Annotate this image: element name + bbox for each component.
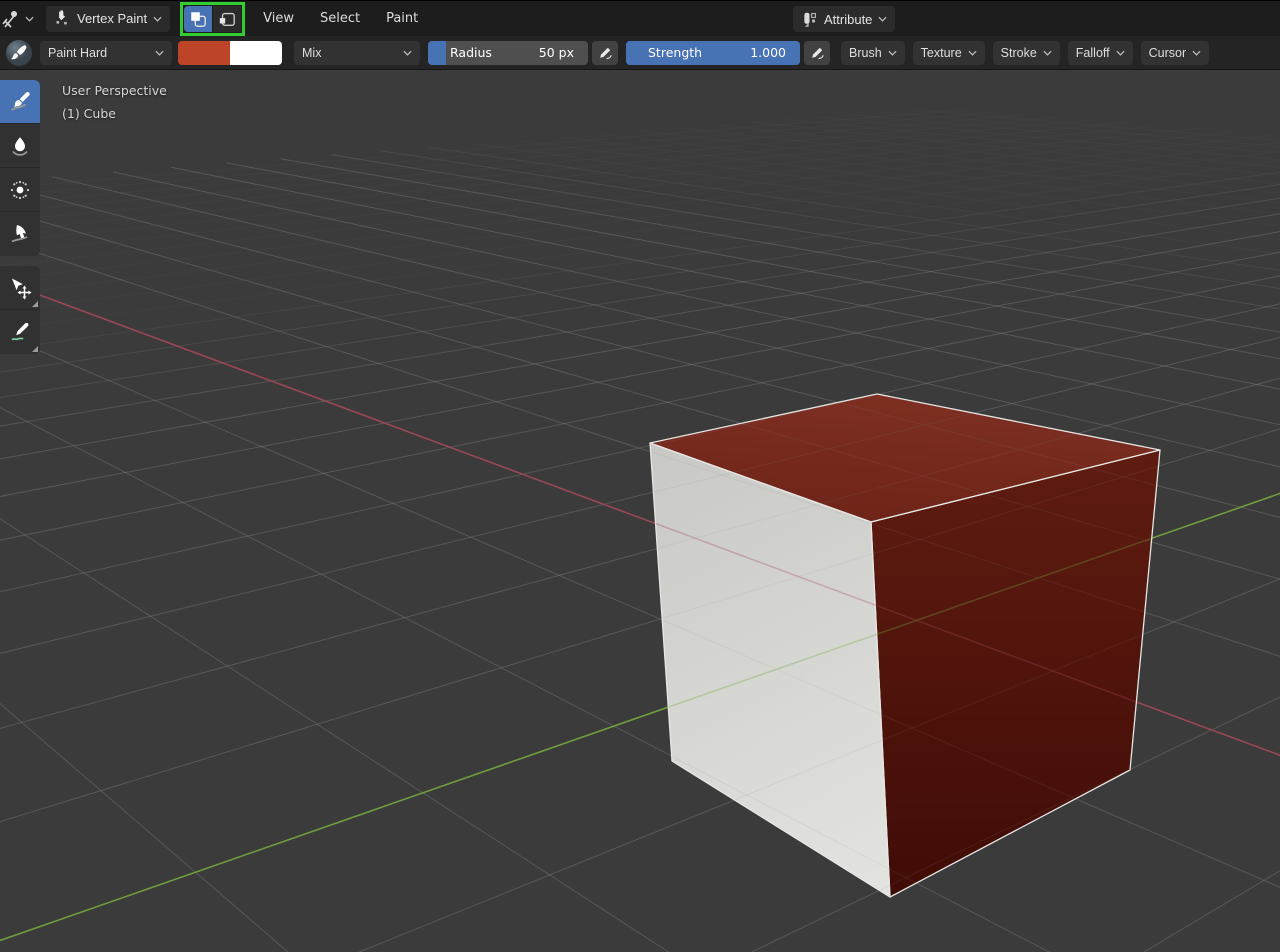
menu-view[interactable]: View <box>263 11 294 26</box>
chevron-down-icon <box>888 50 897 56</box>
cursor-popover[interactable]: Cursor <box>1140 40 1210 65</box>
blender-window: User Perspective (1) Cube Vertex Paint V… <box>0 0 1280 952</box>
radius-label: Radius <box>450 45 492 60</box>
face-mask-toggle[interactable] <box>184 5 213 32</box>
chevron-down-icon <box>155 50 164 56</box>
stylus-pressure-icon <box>812 47 824 59</box>
smear-icon <box>11 225 28 243</box>
radius-value: 50 px <box>538 45 574 60</box>
mode-select[interactable]: Vertex Paint <box>46 5 171 32</box>
blur-droplet-icon <box>12 136 28 156</box>
chevron-down-icon <box>878 16 887 22</box>
toolbar <box>0 80 40 364</box>
menu-paint[interactable]: Paint <box>386 11 418 26</box>
paint-brush-icon <box>10 91 30 111</box>
strength-slider[interactable]: Strength 1.000 <box>626 40 800 65</box>
tool-paint-brush[interactable] <box>0 80 40 124</box>
brush-popover[interactable]: Brush <box>841 40 905 65</box>
editor-type-icon <box>2 10 17 28</box>
vertex-paint-mode-icon <box>56 10 67 25</box>
menu-select[interactable]: Select <box>320 11 360 26</box>
paint-tool-group <box>0 80 40 256</box>
view-name-label: User Perspective <box>62 83 167 98</box>
brush-name: Paint Hard <box>48 45 108 60</box>
viewport-3d[interactable] <box>0 0 1280 952</box>
secondary-color-swatch[interactable] <box>230 40 282 65</box>
topbar: Vertex Paint View Select Paint Attribute <box>0 0 1280 36</box>
popover-label: Brush <box>849 45 882 60</box>
utility-tool-group <box>0 266 40 354</box>
radius-slider[interactable]: Radius 50 px <box>428 40 588 65</box>
editor-type-button[interactable] <box>0 6 38 32</box>
attribute-label: Attribute <box>824 11 873 27</box>
tool-submenu-indicator <box>32 346 38 352</box>
mode-label: Vertex Paint <box>77 11 148 26</box>
annotate-pen-icon <box>11 322 29 341</box>
chevron-down-icon <box>968 50 977 56</box>
vertex-mask-icon <box>219 12 235 26</box>
popover-label: Stroke <box>1000 45 1037 60</box>
tool-average[interactable] <box>0 168 40 212</box>
strength-value: 1.000 <box>750 45 786 60</box>
object-name-label: (1) Cube <box>62 106 116 121</box>
vertex-mask-toggle[interactable] <box>213 5 242 32</box>
move-cursor-icon <box>12 278 32 299</box>
tool-annotate[interactable] <box>0 310 40 354</box>
popover-label: Falloff <box>1075 45 1110 60</box>
tool-blur[interactable] <box>0 124 40 168</box>
attribute-dropdown[interactable]: Attribute <box>793 6 896 32</box>
stylus-pressure-icon <box>600 47 612 59</box>
tool-submenu-indicator <box>32 301 38 307</box>
texture-popover[interactable]: Texture <box>912 40 985 65</box>
brush-select[interactable]: Paint Hard <box>40 40 172 65</box>
tool-settings-bar: Paint Hard Mix Radius 50 px Strength 1.0… <box>0 36 1280 70</box>
chevron-down-icon <box>1192 50 1201 56</box>
blend-mode-select[interactable]: Mix <box>294 40 420 65</box>
chevron-down-icon <box>1116 50 1125 56</box>
paint-mask-group <box>180 1 246 36</box>
tool-move[interactable] <box>0 266 40 310</box>
face-mask-icon <box>191 11 206 27</box>
chevron-down-icon <box>25 16 34 22</box>
average-icon <box>10 180 30 199</box>
radius-pressure-button[interactable] <box>592 40 618 65</box>
tool-smear[interactable] <box>0 212 40 256</box>
brush-preview-icon <box>6 39 32 66</box>
primary-color-swatch[interactable] <box>178 40 230 65</box>
brush-preview[interactable] <box>5 39 33 67</box>
chevron-down-icon <box>153 16 162 22</box>
stroke-popover[interactable]: Stroke <box>992 40 1060 65</box>
slider-fill <box>428 40 446 65</box>
popover-label: Texture <box>920 45 962 60</box>
falloff-popover[interactable]: Falloff <box>1067 40 1133 65</box>
strength-pressure-button[interactable] <box>804 40 830 65</box>
strength-label: Strength <box>648 45 703 60</box>
blend-mode-label: Mix <box>302 45 322 60</box>
attribute-icon <box>804 12 817 27</box>
menu-bar: View Select Paint <box>263 11 418 26</box>
chevron-down-icon <box>1043 50 1052 56</box>
brush-color-swatches <box>178 40 282 65</box>
chevron-down-icon <box>403 50 412 56</box>
popover-label: Cursor <box>1148 45 1187 60</box>
